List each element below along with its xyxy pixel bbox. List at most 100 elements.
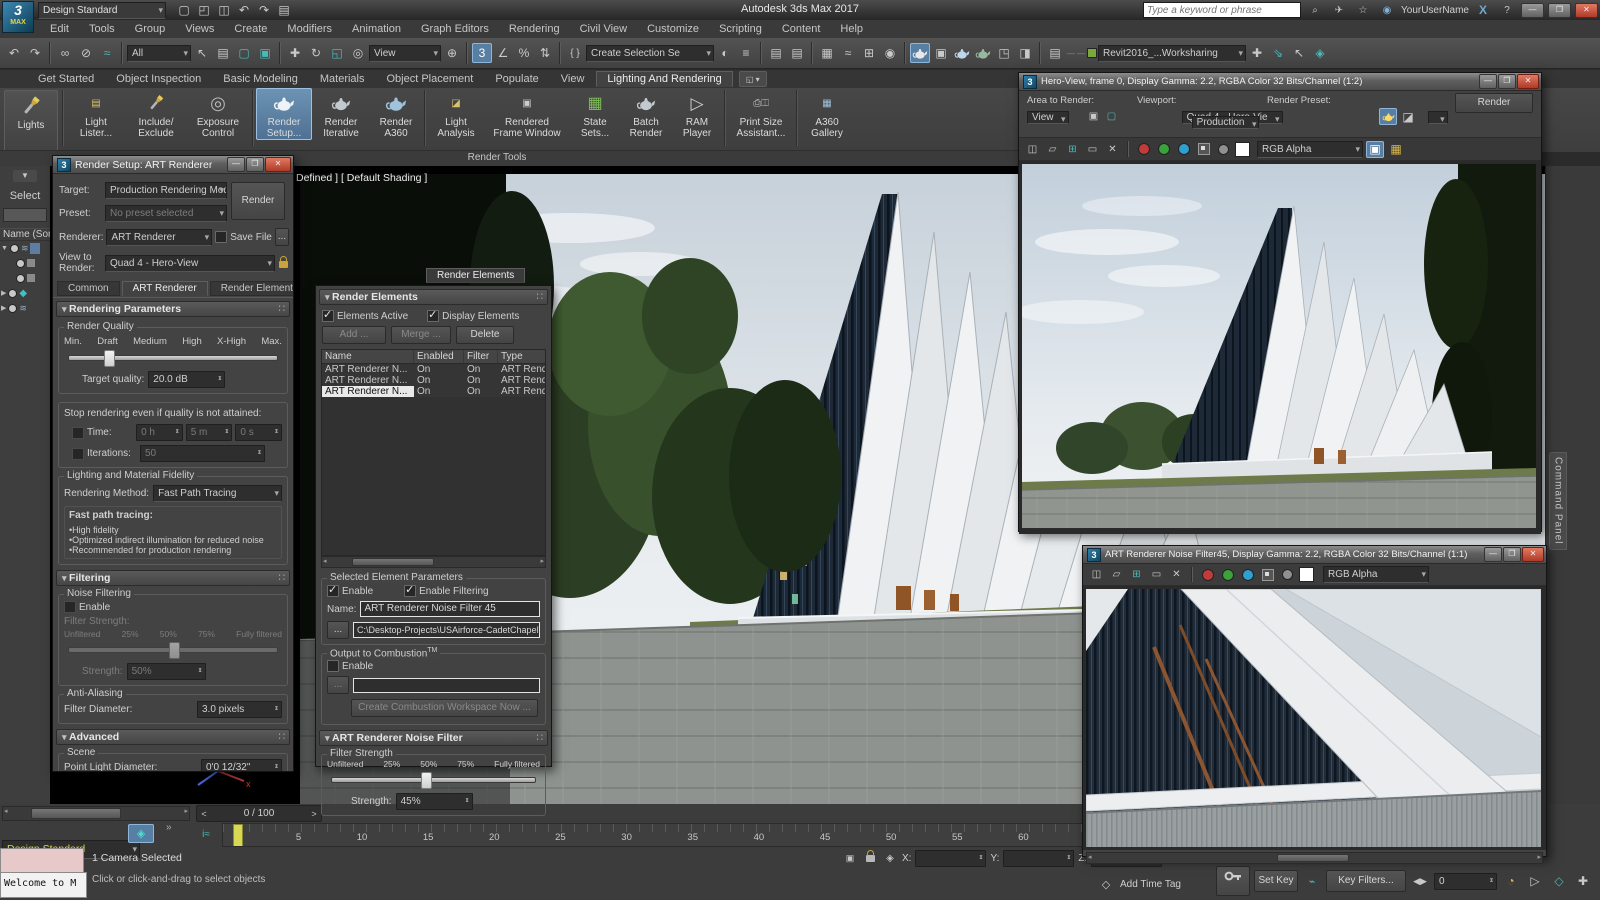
target-quality-spinner[interactable]: 20.0 dB [148,371,226,388]
rectangular-selection-icon[interactable]: ▢ [234,43,254,63]
listener-field[interactable]: Welcome to M [0,872,87,898]
search-icon[interactable]: ⌕ [1305,0,1325,20]
green-channel-icon[interactable] [1155,139,1172,159]
iterations-spinner[interactable]: 50 [140,445,265,462]
select-by-name-icon[interactable]: ▤ [213,43,233,63]
element-row[interactable]: ART Renderer N...On OnART Rendere... C:\ [322,375,545,386]
menu-edit[interactable]: Edit [40,22,79,36]
menu-group[interactable]: Group [125,22,176,36]
clone-window-icon[interactable]: ⊞ [1064,141,1081,158]
rendered-frame-window-icon[interactable]: ▣ [931,43,951,63]
filtering-enable-checkbox[interactable] [64,601,76,613]
alpha-channel-icon[interactable] [1259,565,1276,585]
edit-region-icon[interactable]: ▣ [1085,108,1102,125]
elements-table-header[interactable]: NameEnabled FilterType Ou [322,350,545,364]
a360-gallery-button[interactable]: ▦ A360 Gallery [800,88,854,140]
menu-scripting[interactable]: Scripting [709,22,772,36]
auto-region-icon[interactable]: ▢ [1103,108,1120,125]
eye-icon[interactable] [16,258,25,268]
next-frame-icon[interactable]: > [307,807,321,820]
tab-materials[interactable]: Materials [310,72,375,86]
copy-preset-icon[interactable]: ◪ [1399,108,1417,125]
clear-image-icon[interactable]: ✕ [1168,566,1185,583]
exposure-control-button[interactable]: ◎ Exposure Control [186,88,250,140]
rfw2-minimize-button[interactable]: — [1484,547,1502,562]
rfw-close-button[interactable]: ✕ [1517,74,1539,89]
snap-toggle-icon[interactable]: 3 [472,43,492,63]
exchange-icon[interactable]: X [1473,0,1493,20]
viewport-h-scrollbar[interactable] [2,806,190,821]
production-dropdown[interactable]: Production [1191,116,1260,129]
select-link-icon[interactable]: ∞ [55,43,75,63]
workspace-icon[interactable]: ◈ [128,824,154,843]
eye-icon[interactable] [8,303,18,313]
dialog-minimize-button[interactable]: — [227,157,245,172]
rendered-frame-window-top[interactable]: 3 Hero-View, frame 0, Display Gamma: 2.2… [1016,72,1542,534]
tab-render-elements-rs[interactable]: Render Elements [209,280,293,296]
menu-graph-editors[interactable]: Graph Editors [411,22,499,36]
monochrome-icon[interactable] [1215,139,1232,159]
curve-editor-icon[interactable]: ≈ [838,43,858,63]
include-exclude-button[interactable]: Include/Exclude [126,88,186,140]
bind-spacewarp-icon[interactable]: ≈ [97,43,117,63]
save-file-checkbox[interactable] [215,231,228,243]
isolate-selection-icon[interactable]: ▣ [842,851,858,867]
ribbon-collapse-icon[interactable]: ◱ ▾ [738,71,767,87]
absolute-mode-icon[interactable]: ◈ [882,851,898,867]
app-minimize-button[interactable]: — [1521,2,1544,18]
red-channel-icon[interactable] [1199,565,1216,585]
expand-icon[interactable]: ▼ [1,245,8,252]
undo-icon-title[interactable]: ↶ [234,0,254,20]
edit-named-selections-icon[interactable]: { } [565,43,585,63]
copy-image-icon[interactable]: ▱ [1044,141,1061,158]
green-channel-icon[interactable] [1219,565,1236,585]
tab-object-inspection[interactable]: Object Inspection [106,72,211,86]
menu-modifiers[interactable]: Modifiers [277,22,342,36]
channel-display-dropdown[interactable]: RGB Alpha [1323,566,1429,583]
enable-filtering-checkbox[interactable] [404,583,417,597]
rfw-maximize-button[interactable]: ❐ [1498,74,1516,89]
menu-views[interactable]: Views [175,22,224,36]
menu-rendering[interactable]: Rendering [499,22,570,36]
select-object-icon[interactable]: ↖ [192,43,212,63]
render-iterative-icon[interactable] [973,43,993,63]
prev-frame-icon[interactable]: < [197,807,211,820]
element-row[interactable]: ART Renderer N...On OnART Rendere... C:\ [322,364,545,375]
workspace-dropdown[interactable]: Design Standard [38,1,166,19]
strength-spinner[interactable]: 50% [126,663,206,680]
save-image-icon[interactable]: ◫ [1088,566,1105,583]
point-light-diameter-spinner[interactable]: 0'0 12/32" [201,759,282,771]
element-name-field[interactable]: ART Renderer Noise Filter 45 [360,601,540,617]
pov-viewport-icon[interactable]: ◇ [1549,871,1569,891]
rfw-render-button[interactable]: Render [1455,93,1533,113]
time-seconds-spinner[interactable]: 0 s [235,424,282,441]
menu-create[interactable]: Create [224,22,277,36]
quality-slider[interactable] [68,350,278,367]
render-button[interactable]: Render [231,182,285,220]
select-move-icon[interactable]: ✚ [285,43,305,63]
explorer-row[interactable]: ▼ ≋ [0,241,50,256]
save-file-icon[interactable]: ◫ [214,0,234,20]
menu-tools[interactable]: Tools [79,22,125,36]
timeline[interactable]: 05 1015 2025 3035 4045 5055 6065 [222,823,1084,847]
rfw2-close-button[interactable]: ✕ [1522,547,1544,562]
eye-icon[interactable] [9,243,19,253]
reference-coordinate-dropdown[interactable]: View [369,44,441,62]
selected-node[interactable] [30,242,41,254]
red-channel-icon[interactable] [1135,139,1152,159]
favorites-star-icon[interactable]: ☆ [1353,0,1373,20]
tab-lighting-and-rendering[interactable]: Lighting And Rendering [596,71,733,87]
save-preset-icon[interactable] [1379,108,1397,125]
element-row-selected[interactable]: ART Renderer N...On OnART Rendere... C:\ [322,386,545,397]
align-icon[interactable]: ≡ [736,43,756,63]
rfw-bottom-titlebar[interactable]: 3 ART Renderer Noise Filter45, Display G… [1083,546,1546,564]
rfw-bottom-scrollbar[interactable] [1086,852,1543,864]
render-elements-panel[interactable]: Render Elements Render Elements Elements… [315,268,552,816]
explorer-row[interactable]: ▶ ◆ [0,286,50,301]
frame-step-icons[interactable]: ◀▶ [1410,871,1430,891]
auto-key-icon[interactable]: ⌁ [1302,871,1322,891]
spinner-snap-icon[interactable]: ⇅ [535,43,555,63]
select-place-icon[interactable]: ◎ [348,43,368,63]
app-maximize-button[interactable]: ❐ [1548,2,1571,18]
open-file-icon[interactable]: ◰ [194,0,214,20]
